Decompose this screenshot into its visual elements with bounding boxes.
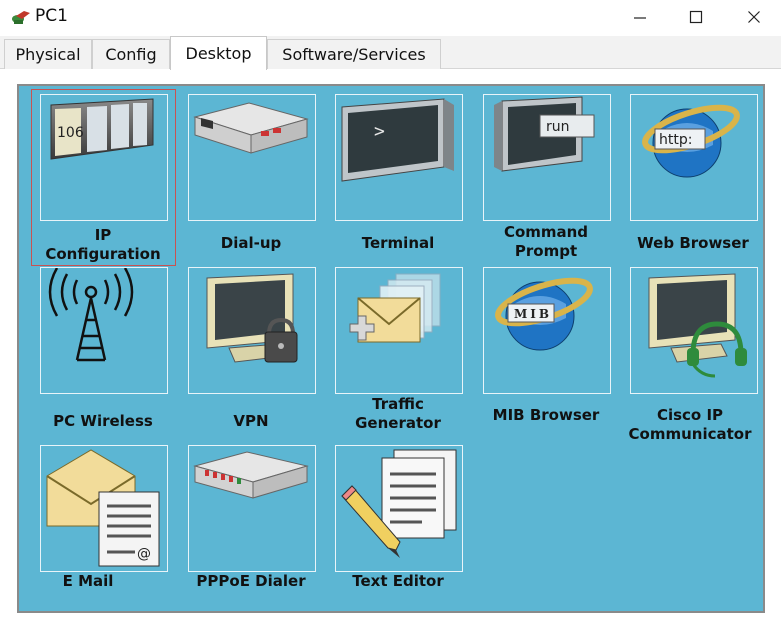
wireless-antenna-icon bbox=[48, 268, 134, 362]
email-icon: @ bbox=[46, 449, 160, 567]
terminal-icon-text: > bbox=[374, 121, 385, 142]
app-terminal[interactable]: > bbox=[335, 94, 463, 221]
tab-physical[interactable]: Physical bbox=[4, 39, 92, 69]
app-vpn[interactable] bbox=[188, 267, 316, 394]
label-line: VPN bbox=[233, 412, 269, 430]
text-editor-icon bbox=[341, 449, 457, 558]
app-label-email: E Mail bbox=[13, 572, 163, 591]
app-label-pppoe-dialer: PPPoE Dialer bbox=[176, 572, 326, 591]
title-bar: PC1 bbox=[0, 0, 781, 34]
vpn-lock-icon bbox=[206, 273, 298, 363]
tab-bar: Physical Config Desktop Software/Service… bbox=[0, 36, 781, 70]
close-icon bbox=[748, 11, 760, 23]
label-line: Terminal bbox=[361, 234, 435, 252]
http-icon-text: http: bbox=[659, 132, 692, 148]
app-text-editor[interactable] bbox=[335, 445, 463, 572]
pc-app-icon bbox=[12, 11, 30, 24]
web-browser-icon: http: bbox=[642, 104, 740, 178]
app-email[interactable]: @ bbox=[40, 445, 168, 572]
app-label-pc-wireless: PC Wireless bbox=[28, 412, 178, 431]
app-label-web-browser: Web Browser bbox=[618, 234, 768, 253]
label-line: Cisco IP bbox=[656, 406, 724, 424]
app-web-browser[interactable]: http: bbox=[630, 94, 758, 221]
app-label-command-prompt: Command Prompt bbox=[471, 223, 621, 261]
maximize-icon bbox=[689, 10, 703, 24]
window-title: PC1 bbox=[35, 6, 68, 26]
at-icon-text: @ bbox=[137, 546, 151, 562]
app-label-terminal: Terminal bbox=[323, 234, 473, 253]
label-line: MIB Browser bbox=[492, 406, 600, 424]
app-command-prompt[interactable]: run bbox=[483, 94, 611, 221]
label-line: IP bbox=[94, 226, 112, 244]
app-label-dial-up: Dial-up bbox=[176, 234, 326, 253]
label-line: E Mail bbox=[62, 572, 114, 590]
label-line: Communicator bbox=[628, 425, 752, 443]
label-line: PPPoE Dialer bbox=[196, 572, 306, 590]
app-label-traffic-generator: Traffic Generator bbox=[323, 395, 473, 433]
traffic-generator-icon bbox=[349, 273, 441, 343]
run-icon-text: run bbox=[546, 119, 570, 135]
mib-icon-text: MIB bbox=[514, 307, 552, 321]
pppoe-dialer-icon bbox=[193, 451, 309, 499]
label-line: Dial-up bbox=[220, 234, 282, 252]
close-button[interactable] bbox=[734, 4, 774, 30]
ip-communicator-headset-icon bbox=[648, 273, 747, 378]
tab-software-services[interactable]: Software/Services bbox=[267, 39, 441, 69]
minimize-button[interactable] bbox=[620, 4, 660, 30]
label-line: PC Wireless bbox=[53, 412, 153, 430]
modem-icon bbox=[193, 102, 309, 154]
app-label-cisco-ip-communicator: Cisco IP Communicator bbox=[615, 406, 765, 444]
label-line: Web Browser bbox=[637, 234, 749, 252]
label-line: Command bbox=[503, 223, 589, 241]
mib-browser-icon: MIB bbox=[495, 277, 593, 351]
ip-configuration-icon: 106 bbox=[50, 98, 154, 160]
app-cisco-ip-communicator[interactable] bbox=[630, 267, 758, 394]
tab-config[interactable]: Config bbox=[92, 39, 170, 69]
label-line: Generator bbox=[355, 414, 441, 432]
app-label-mib-browser: MIB Browser bbox=[471, 406, 621, 425]
label-line: Text Editor bbox=[352, 572, 444, 590]
app-traffic-generator[interactable] bbox=[335, 267, 463, 394]
label-line: Traffic bbox=[372, 395, 424, 413]
label-line: Prompt bbox=[514, 242, 578, 260]
ip-config-icon-text: 106 bbox=[57, 125, 84, 141]
tab-desktop[interactable]: Desktop bbox=[170, 36, 267, 70]
app-label-vpn: VPN bbox=[176, 412, 326, 431]
minimize-icon bbox=[634, 17, 646, 19]
app-pppoe-dialer[interactable] bbox=[188, 445, 316, 572]
command-prompt-icon: run bbox=[494, 96, 595, 172]
maximize-button[interactable] bbox=[676, 4, 716, 30]
app-label-ip-configuration: IP Configuration bbox=[28, 226, 178, 264]
app-ip-configuration[interactable]: 106 bbox=[40, 94, 168, 221]
app-label-text-editor: Text Editor bbox=[323, 572, 473, 591]
app-pc-wireless[interactable] bbox=[40, 267, 168, 394]
terminal-icon: > bbox=[341, 98, 454, 182]
app-mib-browser[interactable]: MIB bbox=[483, 267, 611, 394]
app-dial-up[interactable] bbox=[188, 94, 316, 221]
label-line: Configuration bbox=[45, 245, 161, 263]
